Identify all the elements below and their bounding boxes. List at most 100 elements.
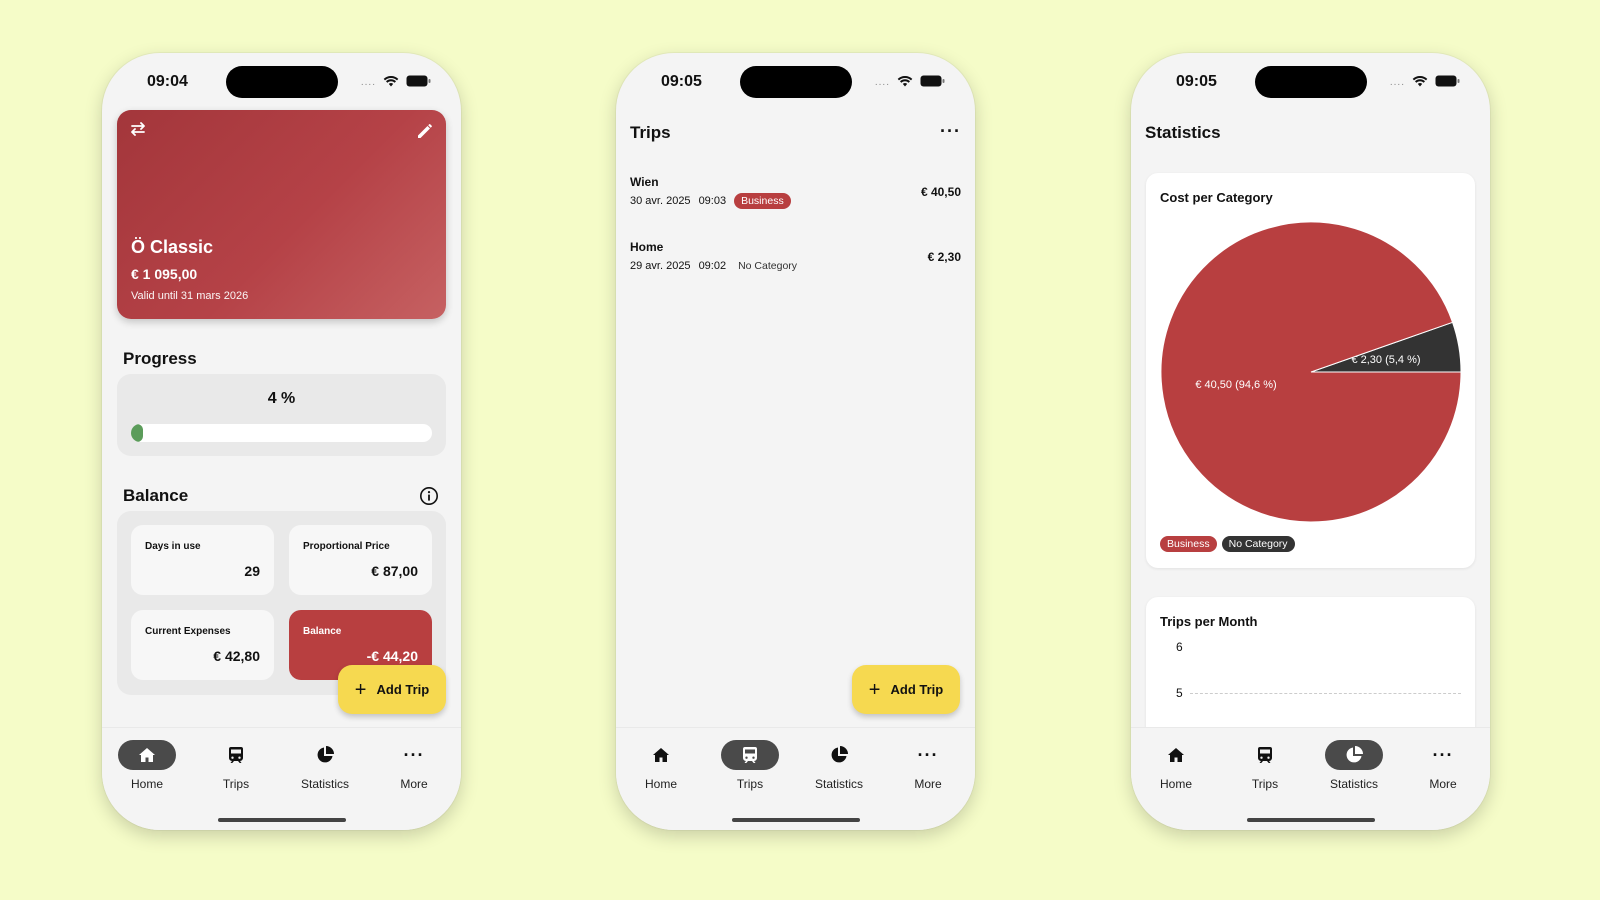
- ticket-card[interactable]: Ö Classic € 1 095,00 Valid until 31 mars…: [117, 110, 446, 319]
- progress-card: 4 %: [117, 374, 446, 456]
- tab-trips-label: Trips: [222, 777, 250, 791]
- wifi-icon: [1412, 75, 1428, 87]
- tab-more-label: More: [1429, 777, 1457, 791]
- current-expenses-label: Current Expenses: [145, 626, 231, 637]
- grid-line: [1190, 693, 1461, 694]
- wifi-icon: [897, 75, 913, 87]
- ticket-validity: Valid until 31 mars 2026: [131, 290, 249, 302]
- tab-trips[interactable]: Trips: [196, 740, 276, 791]
- signal-icon: ....: [1389, 77, 1405, 88]
- tab-statistics-label: Statistics: [300, 777, 349, 791]
- tab-home-label: Home: [644, 777, 677, 791]
- tab-bar: Home Trips Statistics ··· More: [102, 727, 461, 830]
- signal-icon: ....: [874, 77, 890, 88]
- tab-more-label: More: [914, 777, 942, 791]
- tab-more[interactable]: ··· More: [888, 740, 968, 792]
- legend-item-no-category[interactable]: No Category: [1221, 536, 1295, 552]
- tab-home[interactable]: Home: [1136, 740, 1216, 791]
- status-time: 09:05: [661, 73, 702, 90]
- trip-row[interactable]: Wien 30 avr. 2025 09:03 Business € 40,50: [630, 175, 961, 219]
- status-icons: ....: [361, 74, 431, 88]
- trip-date: 30 avr. 2025: [630, 195, 691, 207]
- legend-item-business[interactable]: Business: [1160, 536, 1217, 552]
- tab-home[interactable]: Home: [621, 740, 701, 791]
- trip-date: 29 avr. 2025: [630, 260, 691, 272]
- plus-icon: +: [354, 678, 367, 701]
- tab-more-label: More: [400, 777, 428, 791]
- days-in-use-value: 29: [244, 563, 260, 579]
- category-badge: Business: [734, 193, 791, 209]
- pie-slice-business[interactable]: [1160, 221, 1462, 523]
- tab-home-label: Home: [130, 777, 163, 791]
- add-trip-label: Add Trip: [376, 682, 430, 697]
- tab-more[interactable]: ··· More: [1403, 740, 1483, 792]
- pie-chart-icon: [317, 746, 334, 763]
- tab-trips[interactable]: Trips: [710, 740, 790, 791]
- battery-icon: [406, 75, 431, 87]
- trip-row[interactable]: Home 29 avr. 2025 09:02 No Category € 2,…: [630, 240, 961, 284]
- proportional-price-label: Proportional Price: [303, 541, 390, 552]
- tab-home[interactable]: Home: [107, 740, 187, 791]
- status-icons: ....: [875, 74, 945, 88]
- tab-home-label: Home: [1159, 777, 1192, 791]
- category-badge: No Category: [738, 260, 798, 272]
- trips-per-month-title: Trips per Month: [1160, 614, 1258, 629]
- home-indicator: [732, 818, 860, 822]
- swap-icon[interactable]: [129, 122, 147, 136]
- page-title: Trips: [630, 123, 671, 142]
- phone-home-screen: 09:04 .... Ö Classic € 1 095,00 Valid un…: [102, 53, 461, 830]
- tab-bar: Home Trips Statistics ··· More: [616, 727, 975, 830]
- days-in-use-label: Days in use: [145, 541, 201, 552]
- tab-more[interactable]: ··· More: [374, 740, 454, 792]
- tab-statistics-label: Statistics: [814, 777, 863, 791]
- battery-icon: [920, 75, 945, 87]
- dynamic-island: [226, 66, 338, 98]
- trip-time: 09:02: [698, 260, 727, 272]
- progress-percent: 4 %: [267, 390, 296, 407]
- days-in-use-tile: Days in use 29: [131, 525, 274, 595]
- tab-statistics[interactable]: Statistics: [1314, 740, 1394, 791]
- proportional-price-value: € 87,00: [371, 563, 418, 579]
- edit-icon[interactable]: [416, 122, 434, 140]
- pie-chart: € 2,30 (5,4 %) € 40,50 (94,6 %): [1160, 221, 1462, 523]
- home-indicator: [1247, 818, 1375, 822]
- train-icon: [1258, 747, 1272, 763]
- balance-title: Balance: [123, 486, 189, 505]
- proportional-price-tile: Proportional Price € 87,00: [289, 525, 432, 595]
- signal-icon: ....: [360, 77, 376, 88]
- info-icon[interactable]: [419, 486, 439, 506]
- ticket-name: Ö Classic: [131, 237, 214, 257]
- status-icons: ....: [1390, 74, 1460, 88]
- add-trip-button[interactable]: + Add Trip: [852, 665, 960, 714]
- balance-value: -€ 44,20: [366, 648, 418, 664]
- more-options-icon[interactable]: ···: [940, 121, 961, 142]
- progress-fill: [131, 424, 144, 442]
- home-indicator: [218, 818, 346, 822]
- status-time: 09:05: [1176, 73, 1217, 90]
- more-icon: ···: [403, 744, 425, 765]
- phone-statistics-screen: 09:05 .... Statistics Cost per Category …: [1131, 53, 1490, 830]
- add-trip-button[interactable]: + Add Trip: [338, 665, 446, 714]
- trip-name: Wien: [630, 175, 659, 189]
- tab-trips-label: Trips: [1251, 777, 1279, 791]
- tab-trips[interactable]: Trips: [1225, 740, 1305, 791]
- status-time: 09:04: [147, 73, 188, 90]
- home-icon: [1168, 748, 1184, 762]
- ticket-price: € 1 095,00: [131, 266, 198, 282]
- y-tick-label: 5: [1176, 686, 1183, 700]
- progress-bar: [131, 424, 432, 442]
- pie-chart-icon: [831, 746, 848, 763]
- page-title: Statistics: [1145, 123, 1221, 142]
- progress-title: Progress: [123, 349, 197, 368]
- home-icon: [653, 748, 669, 762]
- train-icon: [743, 747, 757, 763]
- battery-icon: [1435, 75, 1460, 87]
- y-tick-label: 6: [1176, 640, 1183, 654]
- dynamic-island: [1255, 66, 1367, 98]
- tab-statistics[interactable]: Statistics: [285, 740, 365, 791]
- tab-statistics[interactable]: Statistics: [799, 740, 879, 791]
- dynamic-island: [740, 66, 852, 98]
- trip-name: Home: [630, 240, 664, 254]
- more-icon: ···: [917, 744, 939, 765]
- cost-per-category-card: Cost per Category € 2,30 (5,4 %) € 40,50 …: [1146, 173, 1475, 568]
